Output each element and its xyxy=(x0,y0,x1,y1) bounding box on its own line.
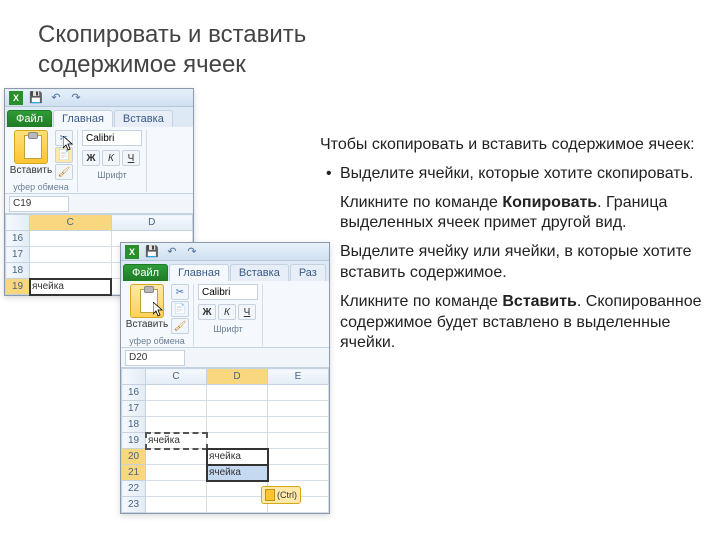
quick-access-toolbar: X 💾 ↶ ↷ xyxy=(5,89,193,107)
format-painter-button[interactable]: 🖌 xyxy=(55,164,73,180)
excel-icon: X xyxy=(9,91,23,105)
source-cell-c19[interactable]: ячейка xyxy=(146,433,207,449)
redo-icon[interactable]: ↷ xyxy=(185,245,199,259)
step-3: Выделите ячейку или ячейки, в которые хо… xyxy=(332,242,705,284)
file-tab[interactable]: Файл xyxy=(7,110,52,127)
italic-button[interactable]: К xyxy=(102,150,120,166)
insert-tab[interactable]: Вставка xyxy=(114,110,173,127)
font-group-label: Шрифт xyxy=(198,324,258,334)
underline-button[interactable]: Ч xyxy=(122,150,140,166)
font-group-label: Шрифт xyxy=(82,170,142,180)
cut-button[interactable]: ✂ xyxy=(171,284,189,300)
col-header-e[interactable]: E xyxy=(268,369,329,385)
font-name-input[interactable] xyxy=(198,284,258,300)
undo-icon[interactable]: ↶ xyxy=(165,245,179,259)
bold-button[interactable]: Ж xyxy=(82,150,100,166)
paste-options-tag[interactable]: (Ctrl) xyxy=(261,486,301,504)
redo-icon[interactable]: ↷ xyxy=(69,91,83,105)
clipboard-mini-icon xyxy=(265,489,275,501)
clipboard-group-label: уфер обмена xyxy=(9,182,73,192)
spreadsheet-grid[interactable]: C D E 16 17 18 19 ячейка 20 ячейка 21 яч… xyxy=(121,368,329,513)
paste-icon[interactable] xyxy=(14,130,48,164)
selected-cell-c19[interactable]: ячейка xyxy=(30,279,112,295)
paste-button[interactable]: Вставить xyxy=(125,319,169,330)
font-name-input[interactable] xyxy=(82,130,142,146)
pasted-cell-d20[interactable]: ячейка xyxy=(207,449,268,465)
undo-icon[interactable]: ↶ xyxy=(49,91,63,105)
pasted-cell-d21[interactable]: ячейка xyxy=(207,465,268,481)
col-header-d[interactable]: D xyxy=(207,369,268,385)
name-box[interactable]: C19 xyxy=(9,196,69,212)
paste-icon[interactable] xyxy=(130,284,164,318)
col-header-d[interactable]: D xyxy=(111,215,193,231)
name-box[interactable]: D20 xyxy=(125,350,185,366)
home-tab[interactable]: Главная xyxy=(53,110,113,127)
clipboard-group-label: уфер обмена xyxy=(125,336,189,346)
save-icon[interactable]: 💾 xyxy=(29,91,43,105)
home-tab[interactable]: Главная xyxy=(169,264,229,281)
insert-tab[interactable]: Вставка xyxy=(230,264,289,281)
excel-icon: X xyxy=(125,245,139,259)
file-tab[interactable]: Файл xyxy=(123,264,168,281)
italic-button[interactable]: К xyxy=(218,304,236,320)
copy-button[interactable]: 📄 xyxy=(55,147,73,163)
step-1: Выделите ячейки, которые хотите скопиров… xyxy=(332,164,705,185)
step-2: Кликните по команде Копировать. Граница … xyxy=(332,193,705,235)
intro-text: Чтобы скопировать и вставить содержимое … xyxy=(320,135,705,156)
underline-button[interactable]: Ч xyxy=(238,304,256,320)
step-4: Кликните по команде Вставить. Скопирован… xyxy=(332,292,705,354)
save-icon[interactable]: 💾 xyxy=(145,245,159,259)
format-painter-button[interactable]: 🖌 xyxy=(171,318,189,334)
page-title: Скопировать и вставить содержимое ячеек xyxy=(0,0,450,80)
copy-button[interactable]: 📄 xyxy=(171,301,189,317)
cut-button[interactable]: ✂ xyxy=(55,130,73,146)
quick-access-toolbar: X 💾 ↶ ↷ xyxy=(121,243,329,261)
bold-button[interactable]: Ж xyxy=(198,304,216,320)
col-header-c[interactable]: C xyxy=(146,369,207,385)
instruction-block: Чтобы скопировать и вставить содержимое … xyxy=(320,135,705,362)
paste-button[interactable]: Вставить xyxy=(9,165,53,176)
layout-tab[interactable]: Раз xyxy=(290,264,326,281)
col-header-c[interactable]: C xyxy=(30,215,112,231)
excel-screenshot-paste: X 💾 ↶ ↷ Файл Главная Вставка Раз Вставит… xyxy=(120,242,330,514)
